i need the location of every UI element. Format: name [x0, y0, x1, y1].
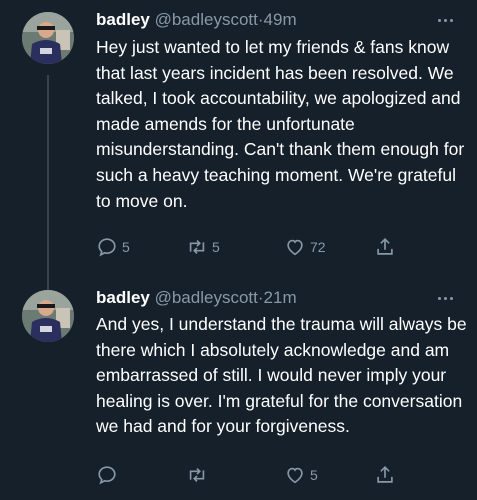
thread-connector-line: [47, 75, 49, 290]
retweet-button[interactable]: [186, 461, 212, 489]
timestamp[interactable]: 21m: [264, 288, 297, 307]
share-button[interactable]: [374, 461, 396, 489]
display-name[interactable]: badley: [96, 288, 150, 307]
retweet-icon: [189, 239, 205, 255]
more-icon[interactable]: [433, 8, 457, 32]
reply-icon: [98, 238, 116, 257]
like-count: 5: [310, 467, 318, 483]
timestamp[interactable]: 49m: [264, 10, 297, 29]
share-icon: [377, 466, 393, 483]
like-count: 72: [310, 239, 326, 255]
like-icon: [287, 467, 303, 484]
user-handle[interactable]: @badleyscott: [155, 10, 258, 29]
retweet-count: 5: [212, 239, 220, 255]
retweet-button[interactable]: 5: [186, 233, 220, 261]
tweet-header: badley @badleyscott·21m: [96, 286, 467, 310]
avatar[interactable]: [22, 290, 74, 342]
like-button[interactable]: 5: [284, 461, 318, 489]
reply-icon: [98, 466, 116, 485]
retweet-icon: [189, 467, 205, 483]
share-button[interactable]: [374, 233, 396, 261]
display-name[interactable]: badley: [96, 10, 150, 29]
tweet-text: And yes, I understand the trauma will al…: [96, 314, 467, 437]
user-handle[interactable]: @badleyscott: [155, 288, 258, 307]
more-icon[interactable]: [433, 286, 457, 310]
tweet-header: badley @badleyscott·49m: [96, 8, 467, 32]
like-button[interactable]: 72: [284, 233, 326, 261]
reply-button[interactable]: 5: [96, 233, 130, 261]
share-icon: [377, 238, 393, 255]
reply-count: 5: [122, 239, 130, 255]
avatar[interactable]: [22, 12, 74, 64]
reply-button[interactable]: [96, 461, 122, 489]
like-icon: [287, 239, 303, 256]
tweet-text: Hey just wanted to let my friends & fans…: [96, 37, 465, 211]
tweet-actions: 5 5 72: [86, 233, 466, 261]
tweet-actions: 5: [86, 461, 466, 489]
